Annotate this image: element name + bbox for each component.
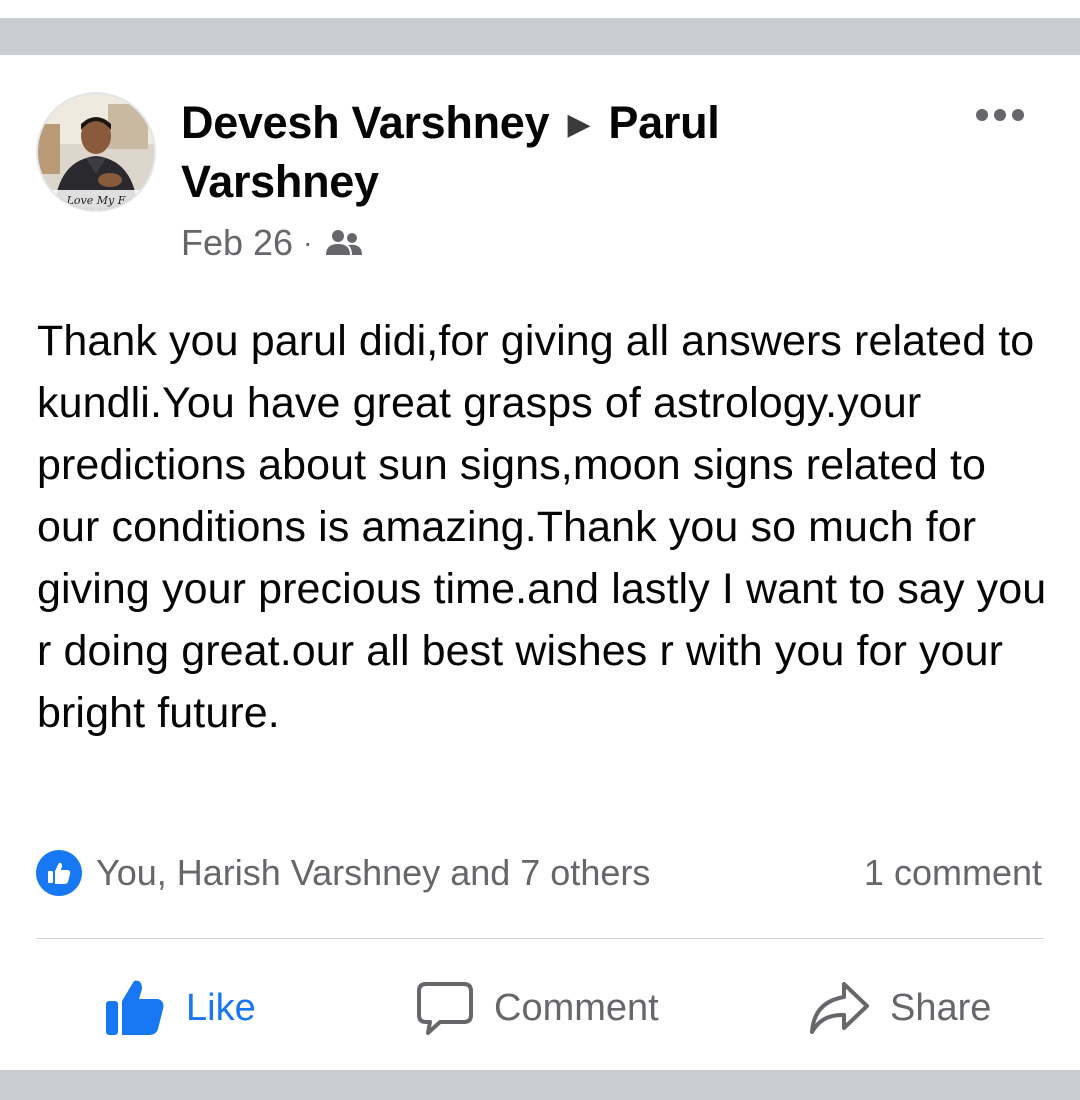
post-body-text: Thank you parul didi,for giving all answ… (37, 317, 1047, 737)
divider (36, 938, 1044, 939)
more-dot (994, 109, 1006, 121)
avatar-caption: Love My F (66, 194, 126, 207)
more-options-icon[interactable] (968, 98, 1032, 132)
comment-count-link[interactable]: 1 comment (864, 848, 1042, 898)
share-label: Share (890, 986, 992, 1029)
share-button[interactable]: Share (808, 968, 991, 1048)
reaction-summary-text: You, Harish Varshney and 7 others (96, 852, 651, 893)
comment-button[interactable]: Comment (416, 968, 659, 1048)
to-arrow-icon: ▶ (567, 108, 591, 141)
meta-separator: · (303, 227, 313, 258)
like-label: Like (186, 986, 256, 1029)
avatar[interactable]: Love My F (36, 92, 156, 212)
more-dot (976, 109, 988, 121)
comment-bubble-icon (417, 982, 473, 1035)
like-button[interactable]: Like (104, 968, 256, 1048)
reaction-summary[interactable]: You, Harish Varshney and 7 others (36, 848, 650, 898)
share-arrow-icon (810, 982, 869, 1034)
like-reaction-icon (36, 850, 82, 896)
feed-separator-top (0, 18, 1080, 55)
post-header-names: Devesh Varshney ▶ Parul Varshney (181, 94, 801, 210)
comment-label: Comment (494, 986, 659, 1029)
friends-icon[interactable] (324, 228, 364, 258)
post-action-bar: Like Comment Share (0, 968, 1080, 1048)
more-dot (1012, 109, 1024, 121)
thumbs-up-icon (106, 980, 164, 1035)
post-card: Love My F Devesh Varshney ▶ Parul Varshn… (0, 0, 1080, 1100)
feed-separator-bottom (0, 1070, 1080, 1100)
author-name-link[interactable]: Devesh Varshney (181, 97, 550, 148)
top-spacer (0, 0, 1080, 18)
post-date-link[interactable]: Feb 26 (181, 222, 293, 264)
post-meta: Feb 26 · (181, 218, 364, 268)
